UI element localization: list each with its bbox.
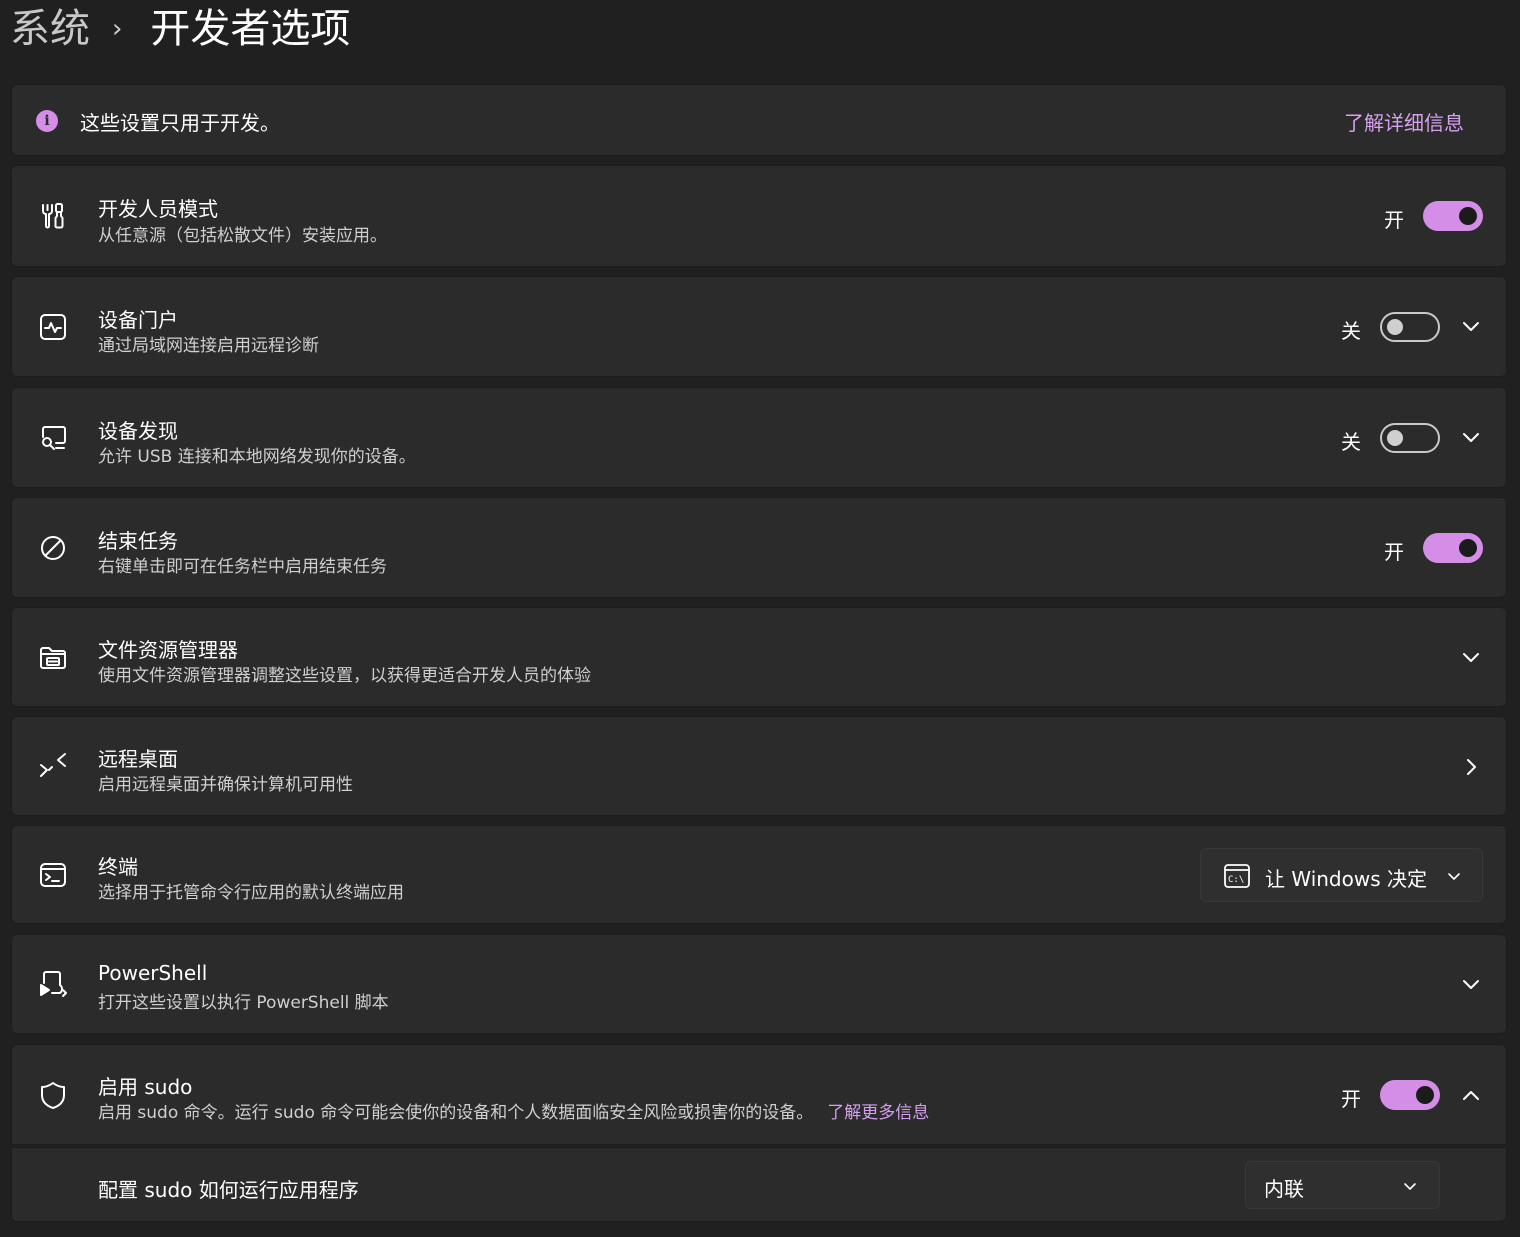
sudo-toggle[interactable] bbox=[1380, 1080, 1440, 1110]
toggle-knob bbox=[1416, 1086, 1434, 1104]
breadcrumb-parent-system[interactable]: 系统 bbox=[10, 0, 90, 58]
toggle-knob bbox=[1387, 319, 1403, 335]
sudo-subtitle-text: 启用 sudo 命令。运行 sudo 命令可能会使你的设备和个人数据面临安全风险… bbox=[98, 1103, 814, 1123]
device-discovery-subtitle: 允许 USB 连接和本地网络发现你的设备。 bbox=[98, 447, 416, 467]
developer-mode-subtitle: 从任意源（包括松散文件）安装应用。 bbox=[98, 226, 387, 246]
terminal-subtitle: 选择用于托管命令行应用的默认终端应用 bbox=[98, 883, 404, 903]
terminal-select[interactable]: C:\ 让 Windows 决定 bbox=[1200, 848, 1483, 902]
remote-desktop-icon bbox=[38, 751, 68, 781]
breadcrumb: 系统 › 开发者选项 bbox=[10, 0, 350, 58]
file-explorer-icon bbox=[38, 642, 68, 672]
developer-tools-icon bbox=[38, 201, 68, 231]
terminal-select-value: 让 Windows 决定 bbox=[1265, 867, 1427, 891]
developer-mode-toggle[interactable] bbox=[1423, 201, 1483, 231]
end-task-state-label: 开 bbox=[1384, 540, 1404, 564]
file-explorer-row[interactable]: 文件资源管理器 使用文件资源管理器调整这些设置，以获得更适合开发人员的体验 bbox=[11, 607, 1507, 707]
device-portal-toggle[interactable] bbox=[1380, 312, 1440, 342]
chevron-down-icon[interactable] bbox=[1459, 646, 1483, 670]
device-discovery-toggle[interactable] bbox=[1380, 423, 1440, 453]
learn-details-link[interactable]: 了解详细信息 bbox=[1344, 107, 1464, 136]
sudo-title: 启用 sudo bbox=[98, 1075, 193, 1099]
powershell-title: PowerShell bbox=[98, 961, 208, 985]
powershell-row[interactable]: PowerShell 打开这些设置以执行 PowerShell 脚本 bbox=[11, 934, 1507, 1034]
device-portal-title: 设备门户 bbox=[98, 308, 178, 332]
command-prompt-icon: C:\ bbox=[1223, 862, 1251, 890]
file-explorer-subtitle: 使用文件资源管理器调整这些设置，以获得更适合开发人员的体验 bbox=[98, 666, 591, 686]
sudo-row[interactable]: 启用 sudo 启用 sudo 命令。运行 sudo 命令可能会使你的设备和个人… bbox=[11, 1044, 1507, 1145]
developer-mode-state-label: 开 bbox=[1384, 208, 1404, 232]
end-task-row: 结束任务 右键单击即可在任务栏中启用结束任务 开 bbox=[11, 497, 1507, 598]
sudo-config-label: 配置 sudo 如何运行应用程序 bbox=[98, 1178, 359, 1202]
chevron-down-icon bbox=[1401, 1177, 1419, 1195]
chevron-right-icon[interactable] bbox=[1459, 755, 1483, 779]
file-explorer-title: 文件资源管理器 bbox=[98, 638, 238, 662]
toggle-knob bbox=[1387, 430, 1403, 446]
device-discovery-title: 设备发现 bbox=[98, 419, 178, 443]
chevron-up-icon[interactable] bbox=[1459, 1083, 1483, 1107]
device-portal-row[interactable]: 设备门户 通过局域网连接启用远程诊断 关 bbox=[11, 276, 1507, 377]
developer-mode-row: 开发人员模式 从任意源（包括松散文件）安装应用。 开 bbox=[11, 165, 1507, 267]
device-discovery-state-label: 关 bbox=[1341, 430, 1361, 454]
device-portal-icon bbox=[38, 312, 68, 342]
remote-desktop-row[interactable]: 远程桌面 启用远程桌面并确保计算机可用性 bbox=[11, 716, 1507, 816]
end-task-toggle[interactable] bbox=[1423, 533, 1483, 563]
breadcrumb-separator: › bbox=[112, 14, 123, 44]
toggle-knob bbox=[1459, 539, 1477, 557]
end-task-icon bbox=[38, 533, 68, 563]
developer-mode-title: 开发人员模式 bbox=[98, 197, 218, 221]
end-task-subtitle: 右键单击即可在任务栏中启用结束任务 bbox=[98, 557, 387, 577]
developer-settings-page: 系统 › 开发者选项 i 这些设置只用于开发。 了解详细信息 开发人员模式 从任… bbox=[0, 0, 1520, 1237]
sudo-config-row: 配置 sudo 如何运行应用程序 内联 bbox=[11, 1147, 1507, 1222]
chevron-down-icon bbox=[1445, 867, 1463, 885]
end-task-title: 结束任务 bbox=[98, 529, 178, 553]
sudo-subtitle: 启用 sudo 命令。运行 sudo 命令可能会使你的设备和个人数据面临安全风险… bbox=[98, 1098, 929, 1123]
device-portal-subtitle: 通过局域网连接启用远程诊断 bbox=[98, 336, 319, 356]
svg-text:C:\: C:\ bbox=[1228, 875, 1244, 885]
info-icon: i bbox=[36, 110, 58, 132]
chevron-down-icon[interactable] bbox=[1459, 426, 1483, 450]
sudo-mode-select[interactable]: 内联 bbox=[1245, 1161, 1440, 1209]
sudo-state-label: 开 bbox=[1341, 1087, 1361, 1111]
chevron-down-icon[interactable] bbox=[1459, 973, 1483, 997]
toggle-knob bbox=[1459, 207, 1477, 225]
chevron-down-icon[interactable] bbox=[1459, 315, 1483, 339]
device-portal-state-label: 关 bbox=[1341, 319, 1361, 343]
terminal-row: 终端 选择用于托管命令行应用的默认终端应用 C:\ 让 Windows 决定 bbox=[11, 825, 1507, 924]
powershell-icon bbox=[38, 969, 68, 999]
info-banner-text: 这些设置只用于开发。 bbox=[80, 111, 280, 135]
remote-desktop-subtitle: 启用远程桌面并确保计算机可用性 bbox=[98, 775, 353, 795]
learn-more-link[interactable]: 了解更多信息 bbox=[827, 1103, 929, 1123]
terminal-title: 终端 bbox=[98, 855, 138, 879]
device-discovery-row[interactable]: 设备发现 允许 USB 连接和本地网络发现你的设备。 关 bbox=[11, 387, 1507, 488]
device-discovery-icon bbox=[38, 423, 68, 453]
sudo-mode-value: 内联 bbox=[1264, 1177, 1304, 1201]
remote-desktop-title: 远程桌面 bbox=[98, 747, 178, 771]
page-title: 开发者选项 bbox=[150, 6, 351, 52]
info-banner: i 这些设置只用于开发。 了解详细信息 bbox=[11, 84, 1507, 156]
powershell-subtitle: 打开这些设置以执行 PowerShell 脚本 bbox=[98, 993, 389, 1013]
terminal-icon bbox=[38, 860, 68, 890]
shield-icon bbox=[38, 1080, 68, 1110]
